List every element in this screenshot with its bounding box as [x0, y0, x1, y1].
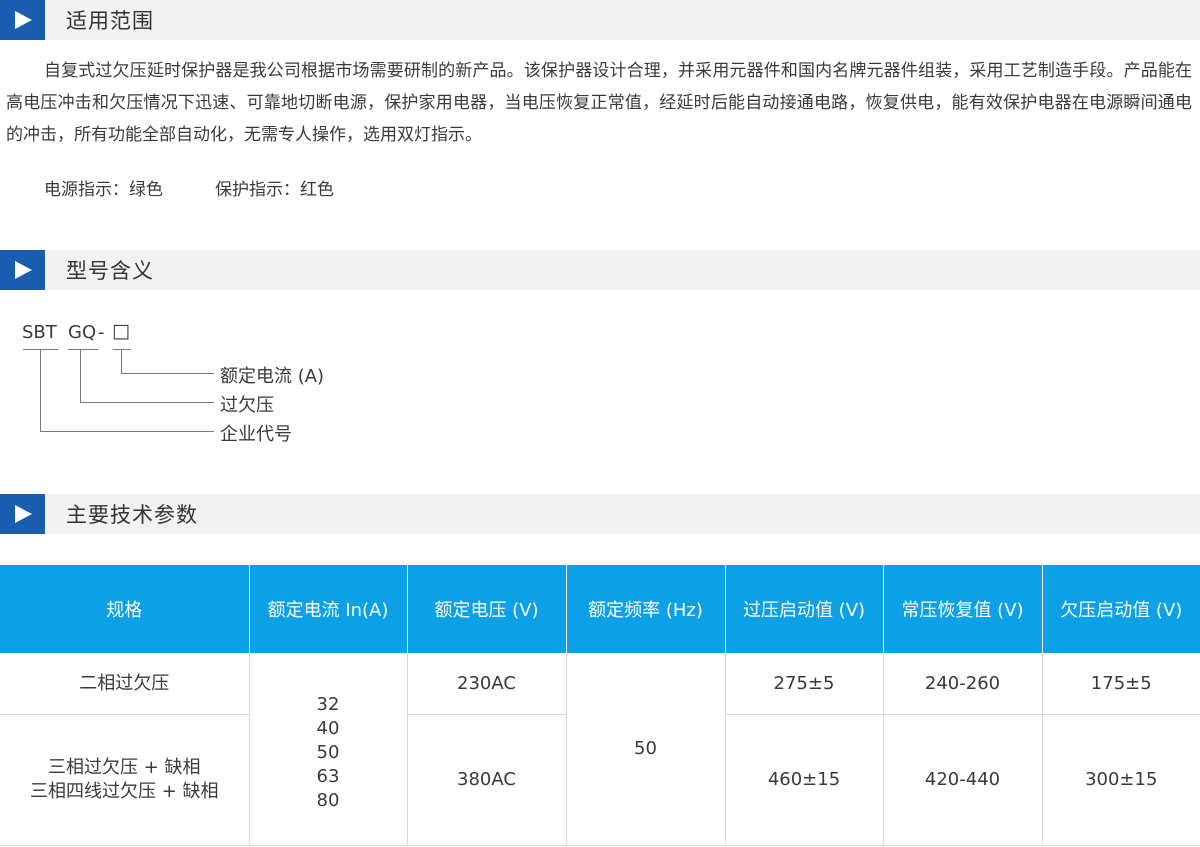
current-value: 80 [316, 790, 340, 811]
cell-under: 300±15 [1042, 714, 1200, 846]
header-under-voltage: 欠压启动值 (V) [1042, 565, 1200, 653]
section-arrow-icon [0, 494, 45, 534]
header-recover-voltage: 常压恢复值 (V) [883, 565, 1043, 653]
indicator-line: 电源指示：绿色 保护指示：红色 [44, 174, 334, 206]
connector-gq-vertical [80, 349, 81, 403]
section-arrow-icon [0, 250, 45, 290]
underline-box [113, 349, 131, 350]
header-spec: 规格 [0, 565, 250, 653]
header-frequency: 额定频率 (Hz) [566, 565, 726, 653]
cell-currents: 32 40 50 63 80 [249, 653, 408, 846]
underline-gq [68, 349, 98, 350]
current-value: 63 [316, 766, 340, 787]
connector-box-horizontal [121, 373, 214, 374]
section-title: 主要技术参数 [66, 503, 198, 527]
header-over-voltage: 过压启动值 (V) [725, 565, 884, 653]
cell-frequency: 50 [566, 653, 726, 846]
current-value: 32 [316, 694, 340, 715]
protect-indicator-text: 保护指示：红色 [215, 180, 334, 200]
power-indicator-text: 电源指示：绿色 [44, 180, 163, 200]
section-header-model: 型号含义 [0, 250, 1200, 290]
table-row: 二相过欠压 32 40 50 63 80 230AC 50 275±5 240-… [0, 653, 1200, 846]
cell-spec: 三相过欠压 + 缺相 三相四线过欠压 + 缺相 [0, 714, 250, 846]
cell-voltage: 230AC [407, 653, 567, 715]
header-current: 额定电流 In(A) [249, 565, 408, 653]
model-label-overunder: 过欠压 [220, 395, 274, 416]
current-value: 50 [316, 742, 340, 763]
section-title: 适用范围 [66, 9, 154, 33]
spec-line: 三相四线过欠压 + 缺相 [29, 781, 219, 802]
cell-voltage: 380AC [407, 714, 567, 846]
cell-spec: 二相过欠压 [0, 653, 250, 715]
connector-box-vertical [121, 349, 122, 374]
cell-under: 175±5 [1042, 653, 1200, 715]
section-header-params: 主要技术参数 [0, 494, 1200, 534]
cell-recover: 240-260 [883, 653, 1043, 715]
connector-sbt-horizontal [40, 431, 214, 432]
model-label-company: 企业代号 [220, 424, 292, 445]
cell-recover: 420-440 [883, 714, 1043, 846]
cell-over: 460±15 [725, 714, 884, 846]
model-code-gq: GQ [68, 322, 97, 343]
params-table: 规格 额定电流 In(A) 额定电压 (V) 额定频率 (Hz) 过压启动值 (… [0, 565, 1200, 846]
model-code-box: □ [112, 320, 130, 342]
current-value: 40 [316, 718, 340, 739]
table-header-row: 规格 额定电流 In(A) 额定电压 (V) 额定频率 (Hz) 过压启动值 (… [0, 565, 1200, 653]
model-code-sbt: SBT [22, 322, 57, 343]
header-voltage: 额定电压 (V) [407, 565, 567, 653]
section-header-scope: 适用范围 [0, 0, 1200, 40]
spec-line: 三相过欠压 + 缺相 [47, 757, 201, 778]
connector-gq-horizontal [80, 402, 214, 403]
cell-over: 275±5 [725, 653, 884, 715]
section-title: 型号含义 [66, 259, 154, 283]
scope-paragraph: 自复式过欠压延时保护器是我公司根据市场需要研制的新产品。该保护器设计合理，并采用… [6, 61, 1192, 145]
model-label-current: 额定电流 (A) [220, 366, 325, 387]
section-arrow-icon [0, 0, 45, 40]
connector-sbt-vertical [40, 349, 41, 432]
model-code-dash: - [98, 322, 105, 343]
